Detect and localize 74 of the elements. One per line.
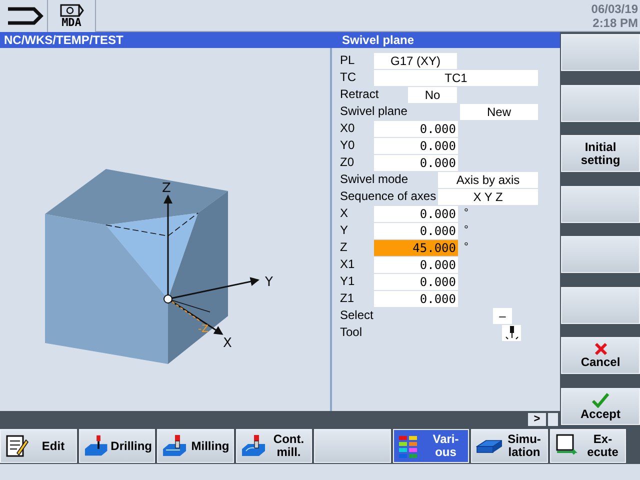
softkey-button[interactable] [561,34,640,71]
scroll-right-button[interactable]: > [528,412,546,426]
softkey-button[interactable]: Initial setting [561,135,640,172]
field-label: Tool [340,324,362,341]
field-label: X1 [340,256,355,273]
field-label: Y0 [340,137,355,154]
input-field[interactable]: 0.000 [374,222,458,238]
field-label: X0 [340,120,355,137]
field-label: TC [340,69,356,86]
softkey-button[interactable]: Cancel [561,337,640,374]
softkey-button[interactable]: Accept [561,388,640,425]
degree-unit: ° [464,206,468,222]
mda-icon [58,4,84,16]
field-label: X [340,205,348,222]
tool-button[interactable] [502,324,521,340]
input-field[interactable]: 0.000 [374,274,458,290]
scroll-track [548,412,558,426]
field-label: Retract [340,86,379,103]
notepad-pencil-icon [5,434,31,458]
field-label: Y [340,222,348,239]
softkey-button[interactable] [561,236,640,274]
program-path: NC/WKS/TEMP/TEST [3,32,124,48]
toggle-button[interactable]: – [493,308,512,324]
input-field[interactable]: G17 (XY) [374,52,457,68]
milling-icon [162,434,188,458]
drill-icon [84,434,109,458]
softkey-button[interactable]: Milling [157,429,234,463]
softkey-button[interactable] [561,286,640,324]
field-label: Z1 [340,290,354,307]
softkey-button[interactable]: Simu-lation [471,429,548,463]
input-field[interactable]: 0.000 [374,154,458,170]
degree-unit: ° [464,223,468,238]
checkmark-icon [591,392,610,408]
softkey-button[interactable]: Drilling [78,429,155,463]
field-label: Swivel plane [340,103,408,120]
input-field[interactable]: 0.000 [374,120,458,136]
input-field[interactable]: 0.000 [374,256,458,272]
back-button[interactable] [0,0,48,32]
degree-unit: ° [464,240,468,256]
input-field[interactable]: Axis by axis [438,172,538,188]
softkey-button[interactable] [314,429,390,463]
block-icon [476,440,502,452]
input-field[interactable]: New [460,104,538,120]
softkey-button[interactable] [561,186,640,223]
axis-label: Z [162,181,171,196]
field-label: Select [340,307,374,324]
softkey-button[interactable] [561,84,640,122]
field-label: Swivel mode [340,171,408,188]
softkey-button[interactable]: Vari-ous [392,429,469,463]
softkey-button[interactable]: Ex-ecute [550,429,626,463]
softkey-button[interactable]: Edit [0,429,76,463]
input-field[interactable]: TC1 [374,70,538,86]
date-text: 06/03/19 [591,2,638,16]
form-title: Swivel plane [341,32,414,48]
field-label: Sequence of axes [340,188,436,205]
input-field[interactable]: X Y Z [438,188,538,204]
contour-milling-icon [240,434,266,458]
axis-label: -Z [198,324,208,335]
input-field[interactable]: No [408,86,457,102]
input-field[interactable]: 0.000 [374,206,458,222]
tool-icon [504,325,520,340]
field-label: Z [340,239,348,256]
softkey-button[interactable]: Cont. mill. [236,429,312,463]
field-label: Z0 [340,154,354,171]
input-field[interactable]: 0.000 [374,138,458,154]
axis-label: Y [265,275,273,290]
close-icon [594,342,608,356]
field-label: Y1 [340,273,355,290]
mda-button[interactable]: MDA [48,0,96,32]
axis-label: X [223,336,232,351]
input-field[interactable]: 45.000 [374,240,458,256]
field-label: PL [340,52,355,69]
time-text: 2:18 PM [592,16,638,30]
input-field[interactable]: 0.000 [374,290,458,306]
